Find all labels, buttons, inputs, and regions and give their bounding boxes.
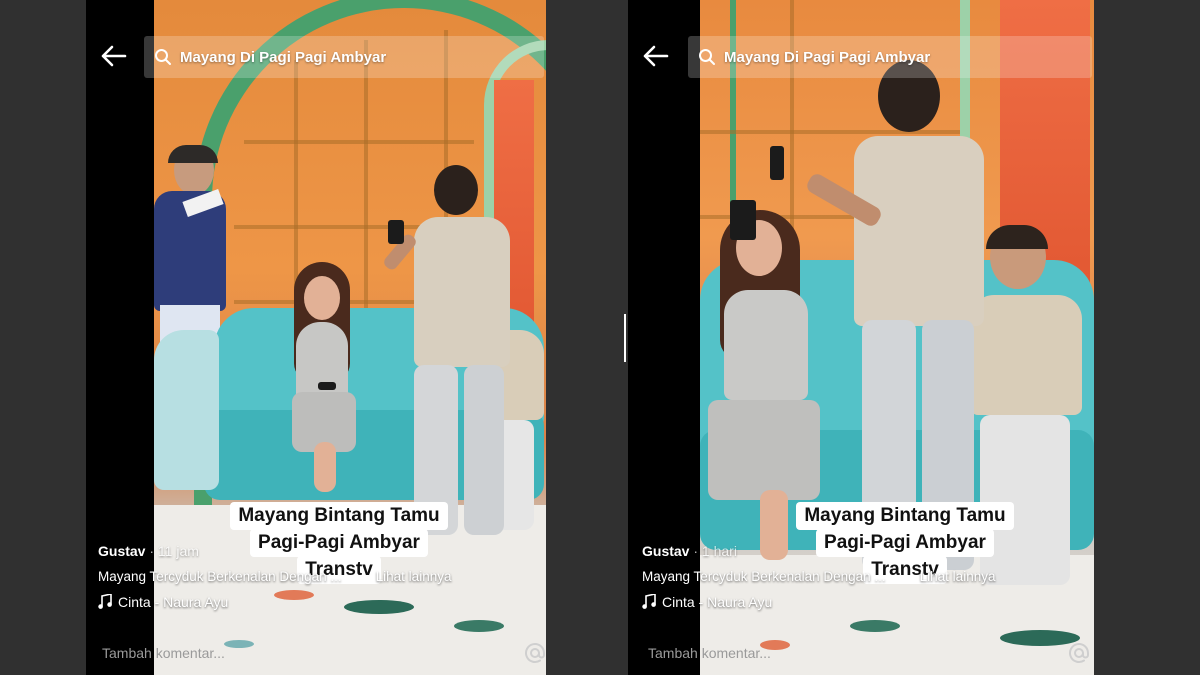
video-info: Gustav · 11 jam Mayang Tercyduk Berkenal…	[98, 543, 451, 610]
standing-man	[374, 165, 524, 555]
left-phone-screen: Mayang Bintang Tamu Pagi-Pagi Ambyar Tra…	[86, 0, 546, 675]
music-note-icon	[642, 594, 656, 609]
video-info: Gustav · 1 hari Mayang Tercyduk Berkenal…	[642, 543, 995, 610]
caption-line: Mayang Bintang Tamu	[230, 502, 448, 530]
post-time: · 11 jam	[149, 543, 199, 559]
music-info[interactable]: Cinta - Naura Ayu	[98, 594, 451, 610]
right-phone-screen: Mayang Bintang Tamu Pagi-Pagi Ambyar Tra…	[628, 0, 1094, 675]
search-bar[interactable]: Mayang Di Pagi Pagi Ambyar	[688, 36, 1092, 78]
at-sign-icon[interactable]	[524, 642, 546, 664]
post-time: · 1 hari	[693, 543, 737, 559]
search-icon	[155, 49, 171, 65]
arrow-left-icon	[643, 45, 669, 67]
see-more-link[interactable]: Lihat lainnya	[920, 569, 996, 584]
comment-bar: Tambah komentar...	[628, 631, 1094, 675]
author-name[interactable]: Gustav · 1 hari	[642, 543, 995, 559]
comment-input[interactable]: Tambah komentar...	[644, 645, 771, 661]
search-query: Mayang Di Pagi Pagi Ambyar	[724, 48, 931, 66]
back-button[interactable]	[100, 44, 130, 72]
video-description: Mayang Tercyduk Berkenalan Dengan ... Lih…	[98, 569, 452, 584]
video-description: Mayang Tercyduk Berkenalan Dengan ... Lih…	[642, 569, 996, 584]
comment-input[interactable]: Tambah komentar...	[102, 645, 225, 661]
top-bar: Mayang Di Pagi Pagi Ambyar	[628, 36, 1094, 80]
search-bar[interactable]: Mayang Di Pagi Pagi Ambyar	[144, 36, 544, 78]
author-name[interactable]: Gustav · 11 jam	[98, 543, 451, 559]
search-icon	[699, 49, 715, 65]
music-title: Cinta - Naura Ayu	[118, 594, 229, 610]
see-more-link[interactable]: Lihat lainnya	[376, 569, 452, 584]
music-info[interactable]: Cinta - Naura Ayu	[642, 594, 995, 610]
comparison-image: Mayang Bintang Tamu Pagi-Pagi Ambyar Tra…	[0, 0, 1200, 675]
search-query: Mayang Di Pagi Pagi Ambyar	[180, 48, 387, 66]
divider-mark	[624, 314, 626, 362]
music-note-icon	[98, 594, 112, 609]
top-bar: Mayang Di Pagi Pagi Ambyar	[86, 36, 546, 80]
music-title: Cinta - Naura Ayu	[662, 594, 773, 610]
back-button[interactable]	[642, 44, 672, 72]
arrow-left-icon	[101, 45, 127, 67]
caption-line: Mayang Bintang Tamu	[796, 502, 1014, 530]
woman-guest	[274, 262, 374, 502]
at-sign-icon[interactable]	[1068, 642, 1090, 664]
comment-bar: Tambah komentar...	[86, 631, 546, 675]
